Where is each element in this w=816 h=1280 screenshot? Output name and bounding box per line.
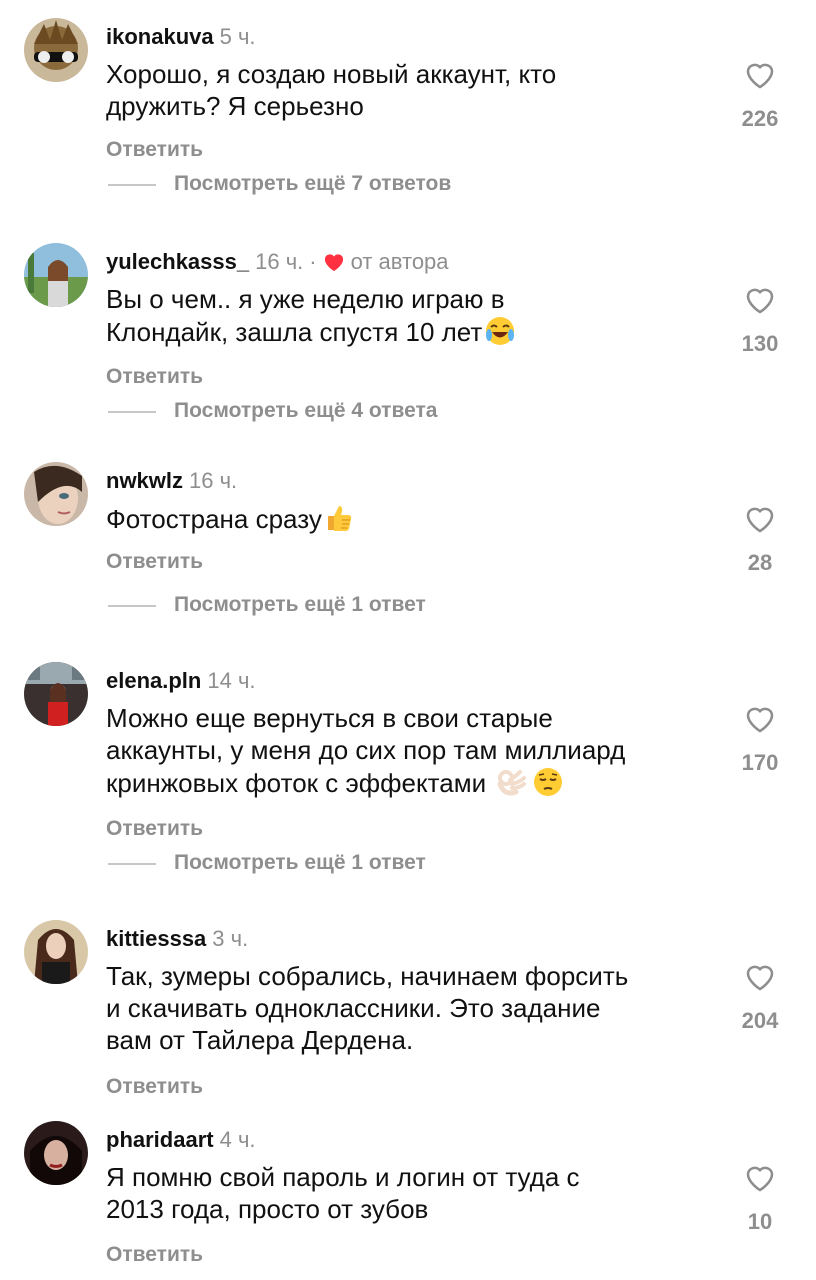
timestamp: 16 ч. (255, 249, 304, 274)
divider (108, 605, 156, 607)
comment-text-line: Я помню свой пароль и логин от туда с (106, 1162, 580, 1192)
reply-button[interactable]: Ответить (106, 365, 203, 389)
avatar[interactable] (24, 18, 88, 82)
avatar[interactable] (24, 662, 88, 726)
comment-header: nwkwlz 16 ч. (106, 468, 237, 494)
like-area: 226 (730, 58, 790, 132)
like-count: 170 (741, 750, 779, 775)
comment-text: Хорошо, я создаю новый аккаунт, кто друж… (106, 58, 706, 122)
author-like-label: от автора (350, 249, 449, 274)
thumbs-up-emoji (327, 506, 352, 531)
comment-text-line: Можно еще вернуться в свои старые (106, 703, 553, 733)
reply-button[interactable]: Ответить (106, 1075, 203, 1099)
like-area: 10 (730, 1161, 790, 1235)
comment-text-line: Хорошо, я создаю новый аккаунт, кто (106, 59, 557, 89)
view-replies-link[interactable]: Посмотреть ещё 7 ответов (174, 172, 451, 196)
reply-button[interactable]: Ответить (106, 817, 203, 841)
view-replies[interactable]: Посмотреть ещё 1 ответ (108, 591, 608, 621)
avatar[interactable] (24, 1121, 88, 1185)
timestamp: 4 ч. (219, 1127, 256, 1152)
comment-text-line: кринжовых фоток с эффектами (106, 766, 706, 799)
comment-text-line: Вы о чем.. я уже неделю играю в (106, 284, 505, 314)
view-replies-link[interactable]: Посмотреть ещё 1 ответ (174, 851, 426, 875)
avatar[interactable] (24, 243, 88, 307)
timestamp: 3 ч. (212, 926, 249, 951)
comment-text-fragment: кринжовых фоток с эффектами (106, 768, 487, 798)
like-area: 204 (730, 960, 790, 1034)
comment-header: ikonakuva 5 ч. (106, 24, 256, 50)
comment-header: yulechkasss_ 16 ч. · от автора (106, 249, 449, 275)
divider (108, 863, 156, 865)
like-count: 28 (747, 550, 773, 575)
ok-hand-emoji (497, 770, 527, 796)
like-count: 226 (741, 106, 779, 131)
heart-outline-icon[interactable] (742, 283, 778, 317)
tears-of-joy-emoji (486, 317, 515, 345)
reply-button[interactable]: Ответить (106, 550, 203, 574)
comment-text-line: дружить? Я серьезно (106, 91, 364, 121)
comment-text-line: 2013 года, просто от зубов (106, 1194, 429, 1224)
timestamp: 14 ч. (207, 668, 256, 693)
username[interactable]: ikonakuva (106, 24, 214, 49)
heart-outline-icon[interactable] (742, 502, 778, 536)
reply-button[interactable]: Ответить (106, 138, 203, 162)
comment-header: elena.pln 14 ч. (106, 668, 256, 694)
comment-text: Фотострана сразу (106, 502, 706, 535)
like-area: 130 (730, 283, 790, 357)
comment-text: Можно еще вернуться в свои старые аккаун… (106, 702, 706, 799)
comment-header: kittiesssa 3 ч. (106, 926, 248, 952)
heart-outline-icon[interactable] (742, 58, 778, 92)
username[interactable]: nwkwlz (106, 468, 183, 493)
comment-text-line: вам от Тайлера Дердена. (106, 1025, 414, 1055)
comment-header: pharidaart 4 ч. (106, 1127, 256, 1153)
comment-text-fragment: Клондайк, зашла спустя 10 лет (106, 317, 483, 347)
heart-filled-icon (324, 254, 343, 272)
like-area: 28 (730, 502, 790, 576)
like-count: 204 (741, 1008, 779, 1033)
like-area: 170 (730, 702, 790, 776)
reply-button[interactable]: Ответить (106, 1243, 203, 1267)
separator-dot: · (309, 249, 317, 274)
view-replies[interactable]: Посмотреть ещё 7 ответов (108, 170, 608, 200)
heart-outline-icon[interactable] (742, 1161, 778, 1195)
divider (108, 411, 156, 413)
username[interactable]: yulechkasss_ (106, 249, 249, 274)
view-replies-link[interactable]: Посмотреть ещё 1 ответ (174, 593, 426, 617)
username[interactable]: pharidaart (106, 1127, 214, 1152)
avatar[interactable] (24, 462, 88, 526)
avatar[interactable] (24, 920, 88, 984)
heart-outline-icon[interactable] (742, 960, 778, 994)
comment-text: Я помню свой пароль и логин от туда с 20… (106, 1161, 706, 1225)
username[interactable]: kittiesssa (106, 926, 206, 951)
like-count: 10 (747, 1209, 773, 1234)
like-count: 130 (741, 331, 779, 356)
timestamp: 16 ч. (189, 468, 238, 493)
comment-text-line: Клондайк, зашла спустя 10 лет (106, 315, 706, 348)
view-replies[interactable]: Посмотреть ещё 1 ответ (108, 849, 608, 879)
comment-text-line: и скачивать одноклассники. Это задание (106, 993, 601, 1023)
divider (108, 184, 156, 186)
comment-text-line: аккаунты, у меня до сих пор там миллиард (106, 735, 626, 765)
username[interactable]: elena.pln (106, 668, 201, 693)
comment-text: Так, зумеры собрались, начинаем форсить … (106, 960, 706, 1056)
comment-text-line: Так, зумеры собрались, начинаем форсить (106, 961, 629, 991)
view-replies[interactable]: Посмотреть ещё 4 ответа (108, 397, 608, 427)
comment-text-line: Фотострана сразу (106, 502, 706, 535)
view-replies-link[interactable]: Посмотреть ещё 4 ответа (174, 399, 437, 423)
comment-text: Вы о чем.. я уже неделю играю в Клондайк… (106, 283, 706, 348)
heart-outline-icon[interactable] (742, 702, 778, 736)
timestamp: 5 ч. (219, 24, 256, 49)
comment-text-fragment: Фотострана сразу (106, 504, 322, 534)
pensive-face-emoji (534, 768, 563, 796)
